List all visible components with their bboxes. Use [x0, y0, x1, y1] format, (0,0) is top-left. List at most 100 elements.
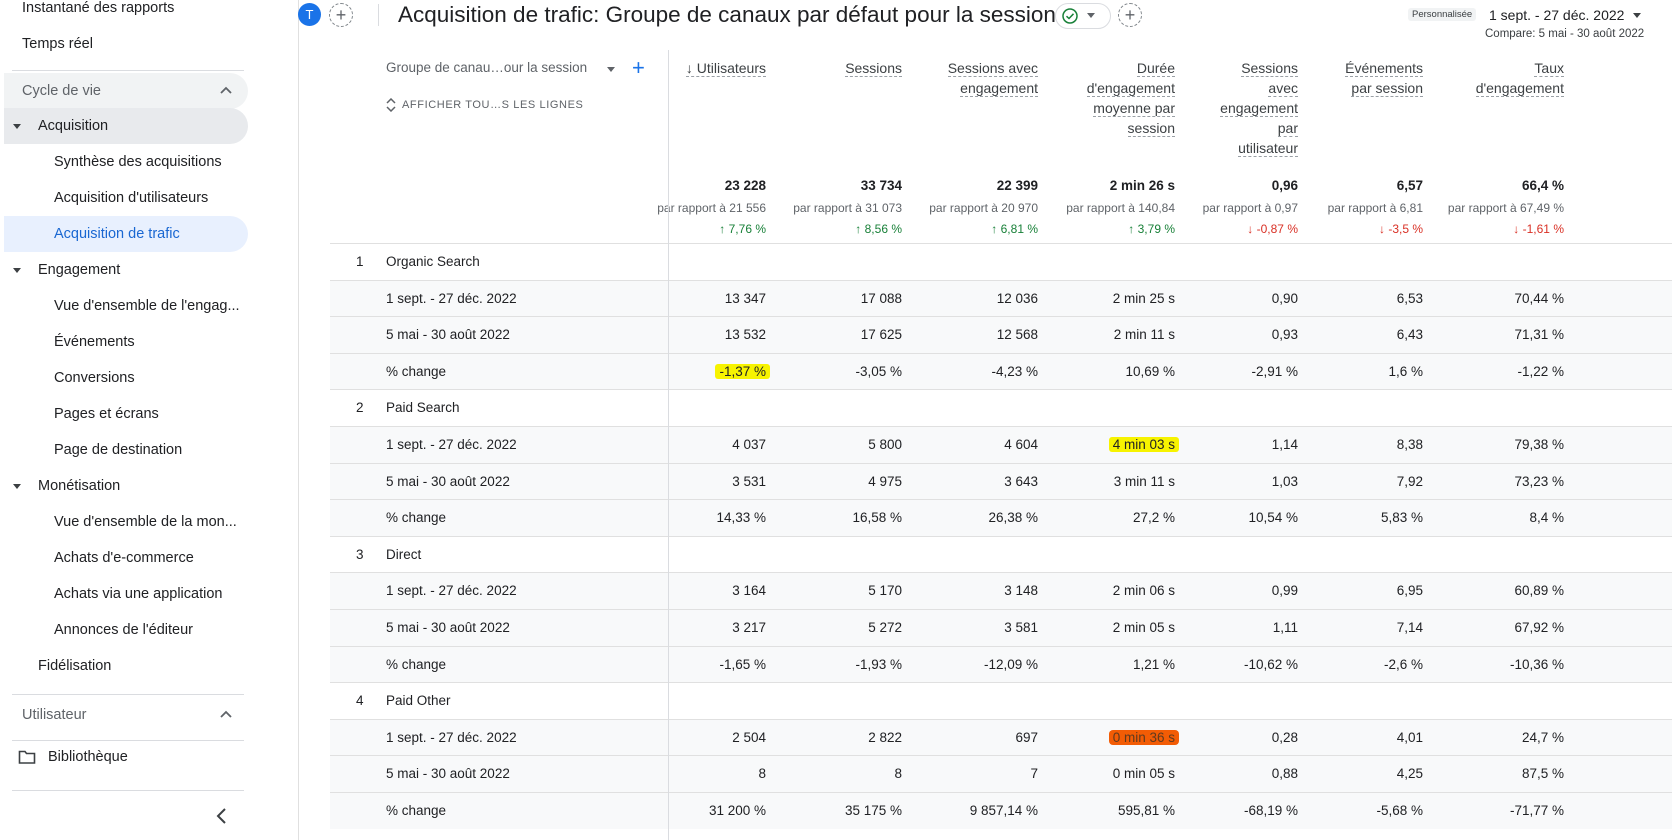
table-cell: 0,93 — [1271, 327, 1298, 343]
metric-header[interactable]: Sessions avec engagement par utilisateur — [1174, 58, 1298, 158]
metric-header[interactable]: Événements par session — [1299, 58, 1423, 98]
metric-header-line: d'engagement — [1475, 80, 1564, 97]
nav-landing-page[interactable]: Page de destination — [54, 433, 182, 467]
show-all-rows-button[interactable]: AFFICHER TOU…S LES LIGNES — [386, 98, 583, 112]
table-row[interactable]: 1 sept. - 27 déc. 2022 4 037 5 800 4 604 4 m… — [330, 426, 1672, 463]
table-cell: 595,81 % — [1117, 803, 1175, 818]
table-row[interactable]: 1 sept. - 27 déc. 2022 2 504 2 822 697 0 min… — [330, 718, 1672, 756]
table-cell: 1,11 — [1272, 620, 1298, 635]
table-cell: 2 min 11 s — [1113, 327, 1175, 343]
dimension-column-divider — [668, 50, 669, 840]
table-cell: 3 148 — [1004, 583, 1038, 599]
row-label: 5 mai - 30 août 2022 — [386, 620, 510, 635]
table-cell: 3 643 — [1004, 473, 1038, 489]
nav-acquisition[interactable]: Acquisition — [38, 109, 108, 143]
caret-down-icon[interactable] — [12, 109, 22, 143]
nav-snapshot[interactable]: Instantané des rapports — [22, 0, 174, 25]
nav-events[interactable]: Événements — [54, 325, 135, 359]
table-cell: -12,09 % — [983, 656, 1038, 672]
table-cell: 4 975 — [868, 473, 902, 489]
group-name: Organic Search — [386, 254, 480, 269]
show-all-label: AFFICHER TOU…S LES LIGNES — [402, 99, 584, 111]
table-cell: -2,91 % — [1251, 363, 1298, 379]
add-chart-icon[interactable]: + — [1118, 3, 1142, 27]
metric-header[interactable]: Sessions avec engagement — [914, 58, 1038, 98]
table-cell: 24,7 % — [1521, 729, 1564, 745]
avatar[interactable]: T — [298, 3, 321, 26]
table-cell: 5 272 — [868, 620, 902, 635]
header-divider — [378, 4, 379, 26]
chevron-up-icon[interactable] — [218, 83, 234, 99]
highlight-mark: 0 min 36 s — [1108, 729, 1179, 745]
metric-header[interactable]: Sessions — [778, 58, 902, 78]
nav-ecommerce[interactable]: Achats d'e-commerce — [54, 541, 194, 575]
date-range-selector[interactable]: 1 sept. - 27 déc. 2022 — [1489, 7, 1624, 23]
group-row[interactable]: 4 Paid Other — [330, 682, 1672, 719]
table-row[interactable]: % change -1,65 % -1,93 % -12,09 % 1,21 % -10,… — [330, 645, 1672, 683]
table-row[interactable]: % change -1,37 % -3,05 % -4,23 % 10,69 % -2,9… — [330, 352, 1672, 390]
nav-library[interactable]: Bibliothèque — [48, 740, 128, 774]
table-cell: 16,58 % — [852, 510, 902, 526]
row-label: 5 mai - 30 août 2022 — [386, 766, 510, 782]
table-cell: 3 531 — [732, 473, 766, 489]
table-row[interactable]: 1 sept. - 27 déc. 2022 13 347 17 088 12 036… — [330, 279, 1672, 317]
metric-header-line: Événements — [1345, 60, 1423, 77]
caret-down-icon — [1087, 13, 1095, 18]
nav-user-acquisition[interactable]: Acquisition d'utilisateurs — [54, 181, 208, 215]
metric-header-line: avec — [1268, 80, 1298, 97]
caret-down-icon[interactable] — [606, 66, 616, 74]
nav-engagement[interactable]: Engagement — [38, 253, 120, 287]
nav-acquisition-overview[interactable]: Synthèse des acquisitions — [54, 145, 222, 179]
metric-header-line: session — [1127, 120, 1175, 137]
table-row[interactable]: 5 mai - 30 août 2022 3 531 4 975 3 643 3 min… — [330, 462, 1672, 500]
nav-retention[interactable]: Fidélisation — [38, 649, 111, 683]
nav-engagement-overview[interactable]: Vue d'ensemble de l'engag... — [54, 289, 240, 323]
group-row[interactable]: 3 Direct — [330, 535, 1672, 573]
dimension-header[interactable]: Groupe de canau…our la session — [386, 60, 587, 75]
status-chip[interactable] — [1055, 3, 1111, 29]
row-label: 1 sept. - 27 déc. 2022 — [386, 583, 517, 599]
caret-down-icon[interactable] — [12, 253, 22, 287]
table-row[interactable]: 5 mai - 30 août 2022 8 8 7 0 min 05 s 0,88 4,2… — [330, 755, 1672, 793]
nav-traffic-acquisition[interactable]: Acquisition de trafic — [54, 217, 180, 251]
nav-publisher-ads[interactable]: Annonces de l'éditeur — [54, 613, 193, 647]
highlight-mark: 4 min 03 s — [1108, 437, 1179, 452]
metric-delta: ↑ 6,81 % — [991, 222, 1038, 236]
metric-delta: ↓ -0,87 % — [1247, 222, 1298, 236]
user-section-label[interactable]: Utilisateur — [22, 697, 86, 733]
metric-header[interactable]: Taux d'engagement — [1440, 58, 1564, 98]
group-row[interactable]: 1 Organic Search — [330, 243, 1672, 280]
nav-monetisation-overview[interactable]: Vue d'ensemble de la mon... — [54, 505, 237, 539]
unfold-icon — [386, 98, 396, 112]
table-cell: 7,14 — [1396, 620, 1423, 635]
metric-delta: ↓ -1,61 % — [1513, 222, 1564, 236]
table-row[interactable]: % change 31 200 % 35 175 % 9 857,14 % 595,81… — [330, 792, 1672, 829]
nav-realtime[interactable]: Temps réel — [22, 27, 93, 61]
add-comparison-icon[interactable]: + — [329, 3, 353, 27]
group-number: 3 — [356, 546, 364, 562]
table-cell: 5,83 % — [1380, 510, 1423, 526]
metric-total: 0,96 — [1271, 178, 1298, 193]
nav-in-app-purchases[interactable]: Achats via une application — [54, 577, 222, 611]
table-row[interactable]: 1 sept. - 27 déc. 2022 3 164 5 170 3 148 2 m… — [330, 572, 1672, 610]
nav-monetisation[interactable]: Monétisation — [38, 469, 120, 503]
metric-total: 33 734 — [860, 178, 902, 193]
nav-pages-screens[interactable]: Pages et écrans — [54, 397, 159, 431]
group-row[interactable]: 2 Paid Search — [330, 389, 1672, 426]
row-label: 1 sept. - 27 déc. 2022 — [386, 290, 517, 306]
table-cell: 35 175 % — [844, 803, 902, 818]
metric-header[interactable]: ↓ Utilisateurs — [642, 58, 766, 78]
caret-down-icon[interactable] — [1632, 12, 1642, 20]
chevron-up-icon[interactable] — [218, 707, 234, 723]
metric-header[interactable]: Durée d'engagement moyenne par session — [1051, 58, 1175, 138]
table-cell: 0 min 05 s — [1112, 766, 1175, 782]
table-row[interactable]: % change 14,33 % 16,58 % 26,38 % 27,2 % 10,54… — [330, 499, 1672, 537]
table-cell: 73,23 % — [1514, 473, 1564, 489]
caret-down-icon[interactable] — [12, 469, 22, 503]
group-number: 4 — [356, 693, 364, 709]
table-cell: 4 037 — [732, 437, 766, 452]
table-row[interactable]: 5 mai - 30 août 2022 3 217 5 272 3 581 2 min… — [330, 609, 1672, 646]
nav-conversions[interactable]: Conversions — [54, 361, 135, 395]
collapse-sidebar-icon[interactable] — [212, 806, 232, 826]
table-row[interactable]: 5 mai - 30 août 2022 13 532 17 625 12 568 2 … — [330, 316, 1672, 354]
